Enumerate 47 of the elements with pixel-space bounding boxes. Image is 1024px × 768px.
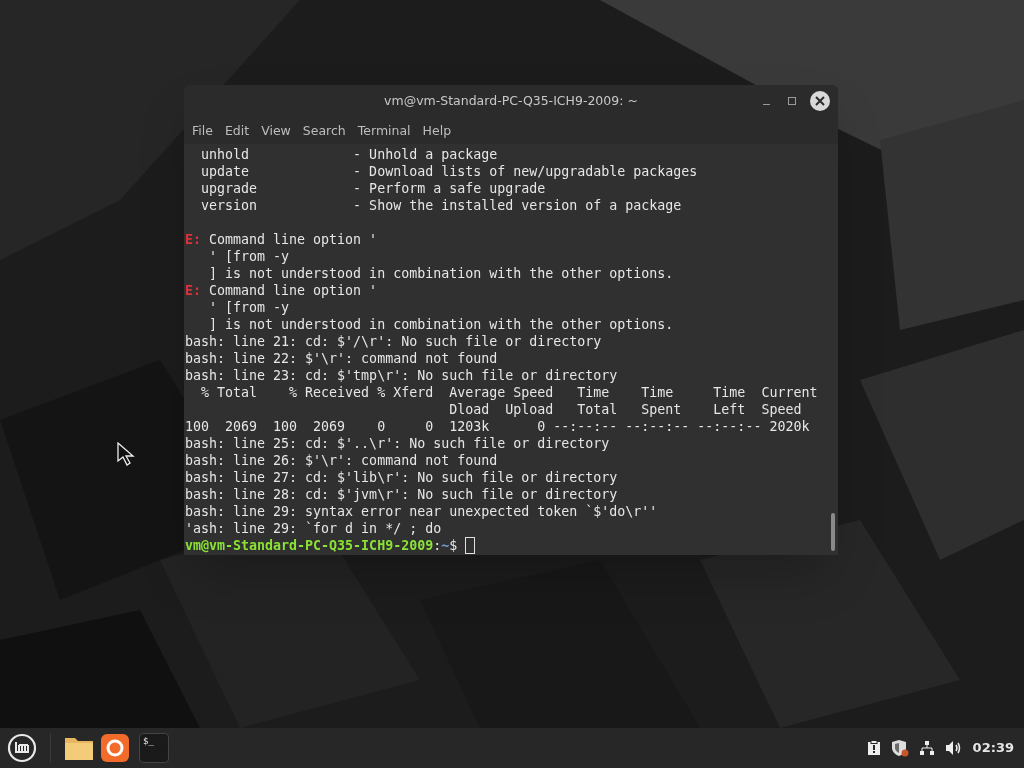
terminal-line: bash: line 23: cd: $'tmp\r': No such file or directory <box>185 367 619 384</box>
text-cursor <box>465 537 476 554</box>
terminal-line: ' [from -y <box>208 248 291 265</box>
menu-item[interactable]: Help <box>418 121 456 141</box>
prompt-path: ~ <box>441 537 450 554</box>
prompt-sign: $ <box>449 537 458 554</box>
menu-item[interactable]: File <box>188 121 217 141</box>
error-prefix: E: <box>185 282 201 299</box>
volume-icon[interactable] <box>944 740 963 756</box>
terminal-line: Command line option ' <box>209 282 378 299</box>
terminal-line: bash: line 27: cd: $'lib\r': No such file or directory <box>185 469 619 486</box>
terminal-line: bash: line 21: cd: $'/\r': No such file or directory <box>185 333 603 350</box>
terminal-line: 100 2069 100 2069 0 0 1203k 0 --:--:-- --:--:-- --:--:-- 2020k <box>185 418 811 435</box>
prompt-user: vm@vm-Standard-PC-Q35-ICH9-2009 <box>185 537 434 554</box>
terminal-line: Command line option ' <box>209 231 378 248</box>
clipboard-alert-icon[interactable] <box>866 740 881 756</box>
prompt-separator: : <box>433 537 442 554</box>
browser-icon[interactable] <box>101 734 129 762</box>
close-button[interactable] <box>810 91 830 111</box>
terminal-line: version - Show the installed version of a package <box>200 197 683 214</box>
terminal-line: bash: line 26: $'\r': command not found <box>185 452 499 469</box>
clock[interactable]: 02:39 <box>972 738 1014 758</box>
error-prefix: E: <box>185 231 201 248</box>
menu-item[interactable]: Edit <box>220 121 254 141</box>
terminal-line: bash: line 28: cd: $'jvm\r': No such file or directory <box>185 486 619 503</box>
terminal-line: bash: line 25: cd: $'..\r': No such file or directory <box>185 435 611 452</box>
terminal-line: ] is not understood in combination with the other options. <box>208 316 675 333</box>
scrollbar-thumb[interactable] <box>831 513 835 551</box>
terminal-line: bash: line 29: syntax error near unexpected token `$'do\r'' <box>185 503 659 520</box>
terminal-taskbar-button[interactable]: $_ <box>139 733 169 763</box>
terminal-line: Dload Upload Total Spent Left Speed <box>448 401 803 418</box>
shield-icon[interactable] <box>890 739 909 757</box>
terminal-line: ' [from -y <box>208 299 291 316</box>
mouse-pointer-icon <box>117 442 135 466</box>
window-title: vm@vm-Standard-PC-Q35-ICH9-2009: ~ <box>384 92 638 111</box>
terminal-line: upgrade - Perform a safe upgrade <box>200 180 547 197</box>
close-icon <box>815 96 825 106</box>
terminal-line: ] is not understood in combination with the other options. <box>208 265 675 282</box>
menu-item[interactable]: Terminal <box>353 121 415 141</box>
terminal-line: bash: line 22: $'\r': command not found <box>185 350 499 367</box>
network-icon[interactable] <box>918 740 935 756</box>
menu-item[interactable]: View <box>257 121 295 141</box>
terminal-line: unhold - Unhold a package <box>200 146 499 163</box>
terminal-line: update - Download lists of new/upgradable packages <box>200 163 699 180</box>
terminal-line: % Total % Received % Xferd Average Speed Time Time Time Current <box>200 384 819 401</box>
terminal-line: 'ash: line 29: `for d in */ ; do <box>185 520 443 537</box>
menu-item[interactable]: Search <box>298 121 350 141</box>
